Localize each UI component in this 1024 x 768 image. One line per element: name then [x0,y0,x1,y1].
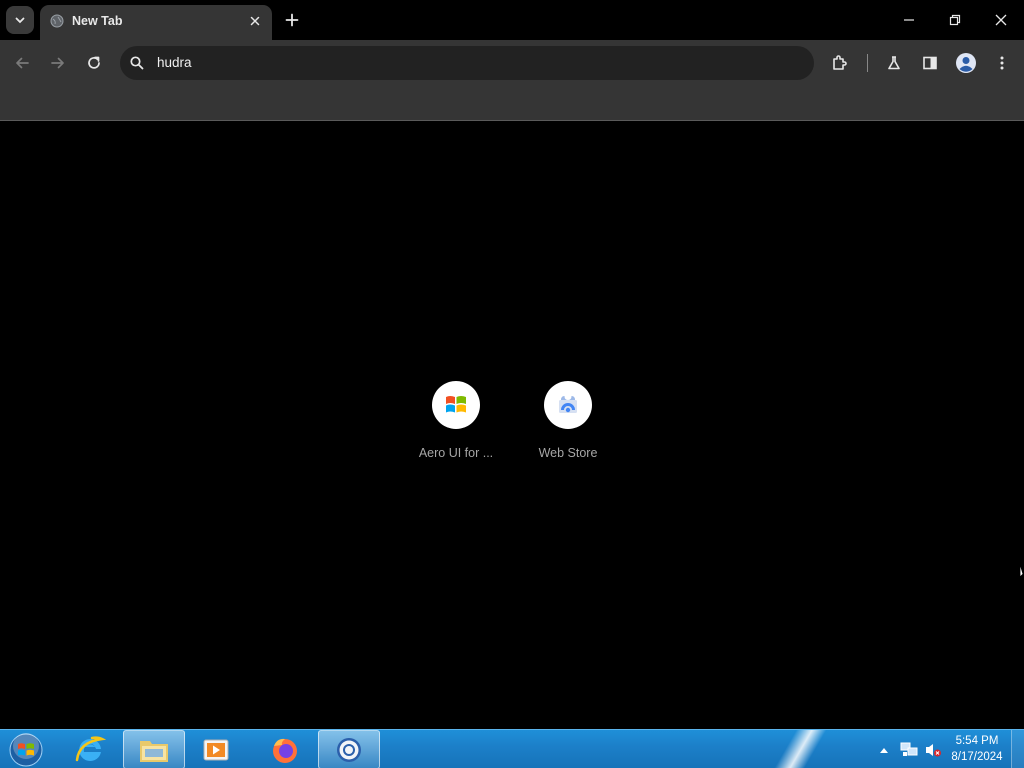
taskbar-media-player[interactable] [190,730,242,768]
tab-new-tab[interactable]: New Tab [40,5,272,40]
extensions-button[interactable] [826,49,854,77]
taskbar-firefox[interactable] [256,730,314,768]
volume-muted-icon [926,743,941,756]
avatar-icon [956,53,976,73]
network-icon [900,742,918,756]
minimize-icon [904,19,914,21]
chevron-down-icon [15,17,25,24]
tab-search-button[interactable] [6,6,34,34]
tab-title: New Tab [72,14,123,28]
chrome-icon [337,737,361,762]
flask-icon [888,56,900,70]
media-player-icon [203,739,229,760]
forward-button[interactable] [44,49,72,77]
taskbar-light-streak [760,730,840,768]
browser-toolbar: hudra [0,40,1024,86]
arrow-right-icon [51,57,64,69]
address-input[interactable]: hudra [157,55,192,70]
taskbar-file-explorer[interactable] [123,730,185,768]
firefox-icon [273,738,297,763]
shortcut-label: Aero UI for ... [418,446,494,460]
shortcut-label: Web Store [538,446,598,460]
globe-icon [50,14,64,28]
shortcut-icon-circle [432,381,480,429]
tab-close-button[interactable] [246,12,264,30]
minimize-button[interactable] [886,0,932,40]
plus-icon [285,13,299,27]
tray-overflow-button[interactable] [876,730,892,768]
taskbar: 5:54 PM 8/17/2024 [0,729,1024,768]
bookmarks-bar [0,86,1024,121]
chevron-up-icon [880,747,888,753]
clock-time: 5:54 PM [955,735,999,747]
address-bar[interactable]: hudra [120,46,814,80]
web-store-icon [559,396,577,413]
tray-network[interactable] [898,730,920,768]
menu-button[interactable] [988,49,1016,77]
profile-button[interactable] [952,49,980,77]
side-panel-button[interactable] [916,49,944,77]
labs-button[interactable] [880,49,908,77]
shortcut-icon-circle [544,381,592,429]
toolbar-divider [867,54,868,72]
close-window-button[interactable] [978,0,1024,40]
tab-strip: New Tab [0,0,1024,40]
restore-icon [949,14,961,26]
close-icon [250,16,260,26]
tray-volume[interactable] [922,730,944,768]
restore-button[interactable] [932,0,978,40]
shortcut-aero-ui[interactable]: Aero UI for ... [400,379,512,469]
file-explorer-icon [140,740,168,762]
taskbar-clock[interactable]: 5:54 PM 8/17/2024 [944,733,1010,765]
reload-button[interactable] [80,49,108,77]
new-tab-button[interactable] [280,8,304,32]
windows-orb-icon [9,732,43,766]
new-tab-page: Aero UI for ... Web Store [0,121,1024,729]
taskbar-chrome[interactable] [318,730,380,768]
arrow-left-icon [16,57,29,69]
close-icon [995,14,1007,26]
internet-explorer-icon [75,735,106,761]
show-desktop-button[interactable] [1011,730,1024,768]
windows-logo-icon [446,396,466,413]
back-button[interactable] [8,49,36,77]
more-vertical-icon [1000,56,1004,70]
reload-icon [88,56,100,69]
puzzle-icon [833,55,847,70]
clock-date: 8/17/2024 [951,751,1003,763]
search-icon [130,56,144,70]
start-button[interactable] [6,731,46,768]
mouse-cursor-icon [1019,563,1024,581]
taskbar-internet-explorer[interactable] [64,730,116,768]
side-panel-icon [923,56,937,70]
shortcut-web-store[interactable]: Web Store [512,379,624,469]
screen: New Tab hudra Aero UI for ... Web Store … [0,0,1024,768]
